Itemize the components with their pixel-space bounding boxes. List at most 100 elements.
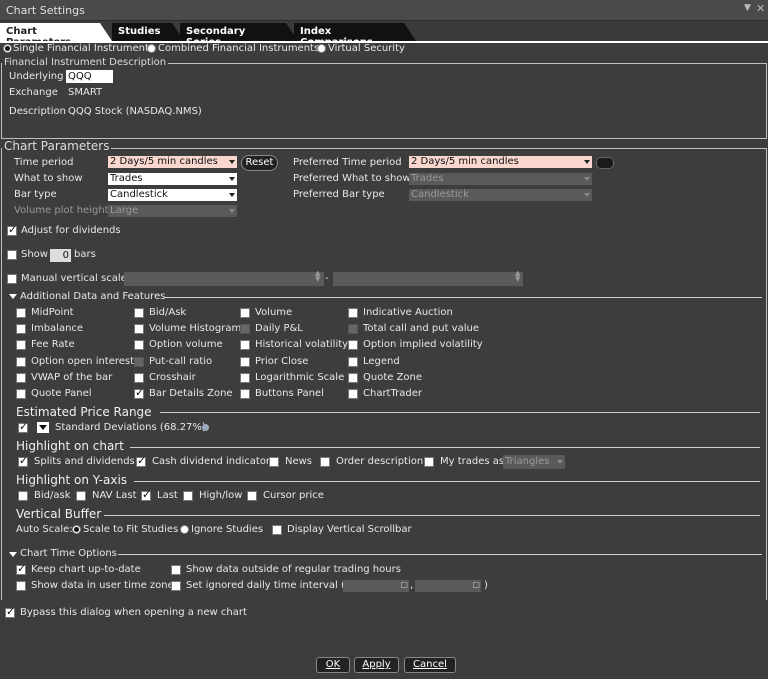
tab-chart-parameters[interactable]: Chart Parameters (0, 23, 112, 41)
chart-trader-checkbox[interactable] (348, 389, 358, 399)
my-trades-checkbox[interactable] (424, 457, 434, 467)
news-checkbox[interactable] (269, 457, 279, 467)
interval-close-paren: ) (484, 580, 488, 591)
quote-zone-checkbox[interactable] (348, 373, 358, 383)
bidask-y-checkbox[interactable] (18, 491, 28, 501)
underlying-input[interactable]: QQQ (66, 70, 113, 83)
show-bars-checkbox[interactable] (7, 250, 17, 260)
put-call-checkbox (134, 357, 144, 367)
last-checkbox[interactable] (141, 488, 151, 501)
high-low-checkbox[interactable] (183, 491, 193, 501)
pref-time-value: 2 Days/5 min candles (411, 156, 519, 167)
option-iv-label: Option implied volatility (363, 339, 483, 350)
imbalance-checkbox[interactable] (16, 324, 26, 334)
scale-max-input (333, 272, 523, 286)
combined-instrument-radio[interactable] (147, 44, 156, 53)
pin-icon[interactable]: ▼ (744, 3, 751, 13)
toggle-icon[interactable] (596, 157, 614, 169)
ok-button[interactable]: OK (316, 657, 350, 673)
prior-close-checkbox[interactable] (240, 357, 250, 367)
bid-ask-checkbox[interactable] (134, 308, 144, 318)
option-oi-checkbox[interactable] (16, 357, 26, 367)
option-volume-checkbox[interactable] (134, 340, 144, 350)
single-instrument-label: Single Financial Instrument (13, 43, 149, 54)
legend-checkbox[interactable] (348, 357, 358, 367)
apply-button[interactable]: Apply (354, 657, 399, 673)
clock-icon: ▢ (472, 580, 480, 589)
nav-last-checkbox[interactable] (76, 491, 86, 501)
volume-checkbox[interactable] (240, 308, 250, 318)
fin-desc-title: Financial Instrument Description (2, 57, 169, 68)
crosshair-label: Crosshair (149, 372, 196, 383)
user-tz-checkbox[interactable] (16, 581, 26, 591)
option-volume-label: Option volume (149, 339, 223, 350)
cancel-button[interactable]: Cancel (404, 657, 456, 673)
single-instrument-radio[interactable] (3, 44, 12, 53)
interval-comma: , (410, 580, 414, 591)
bar-details-label: Bar Details Zone (149, 388, 233, 399)
tab-index-comparisons[interactable]: Index Comparisons (294, 23, 416, 41)
cash-dividend-checkbox[interactable] (136, 454, 146, 467)
collapse-icon[interactable] (9, 552, 17, 557)
cursor-price-label: Cursor price (263, 490, 324, 501)
bypass-checkbox[interactable] (5, 605, 15, 618)
reset-button[interactable]: Reset (241, 155, 278, 171)
pref-bar-label: Preferred Bar type (293, 189, 385, 200)
manual-scale-checkbox[interactable] (7, 274, 17, 284)
virtual-security-radio[interactable] (317, 44, 326, 53)
scale-fit-radio[interactable] (72, 525, 81, 534)
volume-histogram-checkbox[interactable] (134, 324, 144, 334)
exchange-value: SMART (68, 87, 103, 98)
bar-details-checkbox[interactable] (134, 386, 144, 399)
what-to-show-select[interactable]: Trades (108, 173, 237, 185)
chevron-down-icon (229, 160, 235, 164)
time-period-select[interactable]: 2 Days/5 min candles (108, 156, 237, 168)
indicative-auction-checkbox[interactable] (348, 308, 358, 318)
chevron-down-icon (229, 177, 235, 181)
chart-trader-label: ChartTrader (363, 388, 422, 399)
close-icon[interactable]: ✕ (756, 2, 765, 15)
std-dev-dropdown[interactable] (37, 422, 49, 433)
historical-vol-checkbox[interactable] (240, 340, 250, 350)
show-bars-input[interactable]: 0 (50, 249, 71, 262)
outside-hours-checkbox[interactable] (171, 565, 181, 575)
exchange-label: Exchange (9, 87, 58, 98)
auto-scale-label: Auto Scale: (16, 524, 73, 535)
volume-label: Volume (255, 307, 293, 318)
volume-height-label: Volume plot height (14, 205, 109, 216)
std-dev-checkbox[interactable] (18, 420, 28, 433)
ignore-studies-radio[interactable] (180, 525, 189, 534)
log-scale-checkbox[interactable] (240, 373, 250, 383)
option-iv-checkbox[interactable] (348, 340, 358, 350)
tab-secondary-series[interactable]: Secondary Series (180, 23, 298, 41)
midpoint-checkbox[interactable] (16, 308, 26, 318)
scrollbar-checkbox[interactable] (272, 525, 282, 535)
order-description-checkbox[interactable] (320, 457, 330, 467)
crosshair-checkbox[interactable] (134, 373, 144, 383)
pref-what-select: Trades (409, 173, 592, 185)
splits-dividends-checkbox[interactable] (18, 454, 28, 467)
info-icon[interactable] (202, 424, 209, 431)
quote-panel-checkbox[interactable] (16, 389, 26, 399)
vwap-checkbox[interactable] (16, 373, 26, 383)
tab-bar: Chart Parameters Studies Secondary Serie… (0, 22, 768, 43)
tab-studies[interactable]: Studies (112, 23, 184, 41)
pref-what-label: Preferred What to show (293, 173, 411, 184)
collapse-icon[interactable] (9, 294, 17, 299)
adjust-dividends-checkbox[interactable] (7, 223, 17, 236)
bars-label: bars (74, 249, 96, 260)
keep-uptodate-checkbox[interactable] (16, 562, 26, 575)
pref-time-select[interactable]: 2 Days/5 min candles (409, 156, 592, 168)
bar-type-select[interactable]: Candlestick (108, 189, 237, 201)
buttons-panel-checkbox[interactable] (240, 389, 250, 399)
show-label: Show (21, 249, 48, 260)
outside-hours-label: Show data outside of regular trading hou… (186, 564, 401, 575)
pref-bar-value: Candlestick (411, 189, 469, 200)
fee-rate-checkbox[interactable] (16, 340, 26, 350)
quote-panel-label: Quote Panel (31, 388, 92, 399)
cash-dividend-label: Cash dividend indicator (152, 456, 271, 467)
cursor-price-checkbox[interactable] (247, 491, 257, 501)
chevron-down-icon (584, 177, 590, 181)
divider (134, 481, 760, 482)
ignored-interval-checkbox[interactable] (171, 581, 181, 591)
